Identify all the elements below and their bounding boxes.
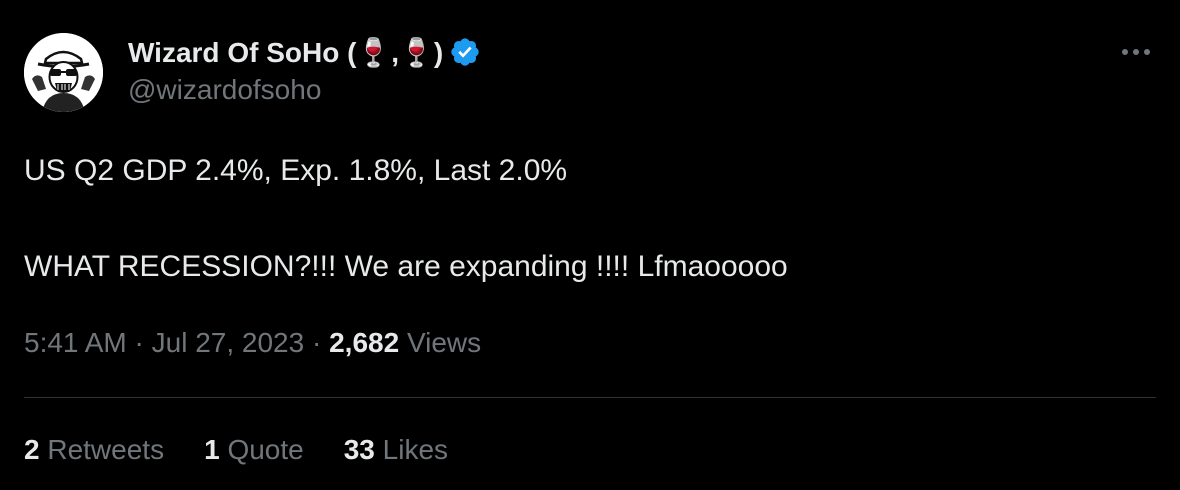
tweet-time[interactable]: 5:41 AM — [24, 327, 127, 358]
more-options-icon — [1122, 49, 1150, 55]
tweet-text-line-1: US Q2 GDP 2.4%, Exp. 1.8%, Last 2.0% — [24, 154, 568, 187]
retweets-count: 2 — [24, 434, 40, 465]
tweet-date[interactable]: Jul 27, 2023 — [152, 327, 305, 358]
tweet-meta: 5:41 AM · Jul 27, 2023 · 2,682 Views — [24, 327, 481, 359]
retweets-label: Retweets — [47, 434, 165, 465]
views-count: 2,682 — [329, 327, 400, 358]
divider — [24, 397, 1156, 398]
quotes-label: Quote — [227, 434, 304, 465]
author-name-row[interactable]: Wizard Of SoHo (🍷,🍷) — [128, 34, 481, 70]
meta-separator: · — [311, 327, 322, 358]
avatar[interactable] — [24, 33, 103, 112]
author-handle[interactable]: @wizardofsoho — [128, 74, 321, 106]
likes-link[interactable]: 33 Likes — [344, 434, 448, 466]
author-display-name[interactable]: Wizard Of SoHo (🍷,🍷) — [128, 36, 443, 69]
engagement-stats: 2 Retweets 1 Quote 33 Likes — [24, 434, 448, 466]
tweet-card: Wizard Of SoHo (🍷,🍷) @wizardofsoho US Q2… — [0, 0, 1180, 490]
views-label: Views — [406, 327, 482, 358]
quotes-link[interactable]: 1 Quote — [204, 434, 304, 466]
retweets-link[interactable]: 2 Retweets — [24, 434, 164, 466]
likes-label: Likes — [382, 434, 449, 465]
likes-count: 33 — [343, 434, 375, 465]
avatar-image — [24, 33, 103, 112]
more-options-button[interactable] — [1118, 38, 1154, 66]
meta-separator: · — [134, 327, 144, 358]
quotes-count: 1 — [204, 434, 220, 465]
verified-badge-icon[interactable] — [449, 36, 481, 68]
tweet-text-line-2: WHAT RECESSION?!!! We are expanding !!!!… — [24, 250, 788, 283]
